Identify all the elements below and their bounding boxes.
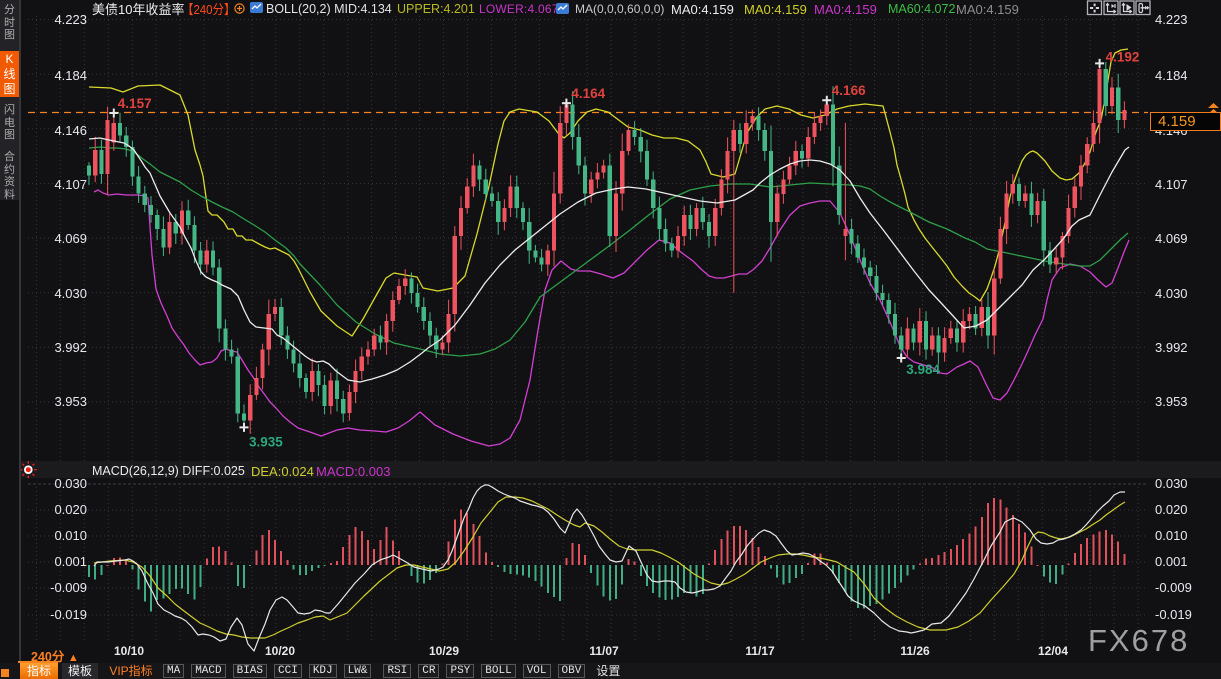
svg-text:4.166: 4.166 — [832, 83, 866, 98]
svg-text:3.935: 3.935 — [249, 434, 283, 449]
svg-text:4.164: 4.164 — [571, 86, 605, 101]
svg-text:4.192: 4.192 — [1106, 49, 1140, 64]
svg-text:4.157: 4.157 — [118, 96, 152, 111]
svg-text:3.984: 3.984 — [906, 362, 940, 377]
